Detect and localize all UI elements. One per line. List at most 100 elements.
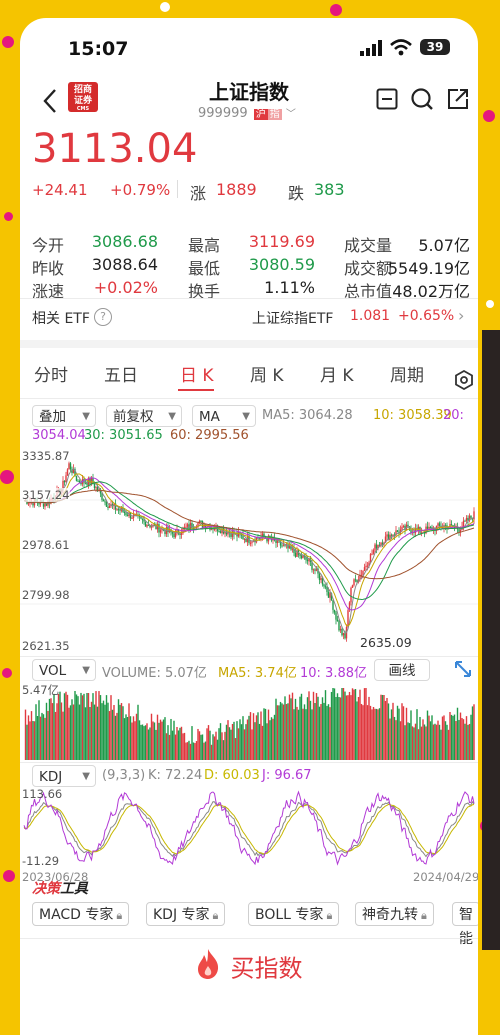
draw-line-button[interactable]: 画线	[374, 659, 430, 681]
stat-value: +0.02%	[93, 278, 158, 297]
volume-bar	[276, 705, 279, 760]
etf-name[interactable]: 上证综指ETF	[252, 308, 333, 328]
candle-body	[102, 499, 105, 502]
volume-bar	[371, 709, 373, 760]
volume-bar	[141, 724, 144, 760]
volume-bar	[381, 694, 384, 760]
volume-bar	[291, 692, 294, 760]
tool-label: KDJ 专家	[153, 907, 210, 923]
bg-dot	[330, 4, 342, 16]
volume-bar	[275, 698, 277, 760]
volume-indicator-select[interactable]: VOL ▼	[32, 659, 96, 681]
candle-body	[147, 524, 150, 526]
volume-bar	[153, 722, 156, 760]
volume-bar	[260, 711, 262, 760]
candle-body	[126, 515, 129, 517]
volume-bar	[234, 738, 237, 760]
candle-body	[186, 524, 189, 527]
volume-bar	[165, 733, 168, 760]
stat-label: 今开	[32, 236, 65, 255]
volume-bar	[405, 707, 408, 760]
volume-bar	[164, 717, 166, 760]
volume-chart[interactable]	[20, 682, 478, 760]
tool-button[interactable]: MACD 专家 🔒︎	[32, 902, 130, 926]
volume-bar	[293, 709, 295, 760]
candle-body	[450, 524, 453, 526]
candle-body	[344, 633, 346, 639]
volume-bar	[411, 726, 414, 760]
j-legend: J: 96.67	[262, 768, 312, 783]
tab-0[interactable]: 分时	[34, 361, 68, 386]
overlay-select[interactable]: 叠加 ▼	[32, 405, 96, 427]
volume-bar	[288, 694, 291, 760]
volume-bar	[284, 696, 286, 760]
minimize-icon[interactable]	[376, 88, 398, 114]
kdj-select-label: KDJ	[39, 769, 63, 785]
kdj-line	[23, 790, 475, 866]
adjust-select[interactable]: 前复权 ▼	[106, 405, 182, 427]
volume-bar	[470, 714, 472, 760]
settings-icon[interactable]	[454, 369, 474, 394]
security-code-row[interactable]: 999999 沪指 ﹀	[198, 105, 296, 121]
candle-body	[123, 512, 126, 514]
tool-button[interactable]: 智能	[452, 902, 478, 947]
tab-1[interactable]: 五日	[104, 361, 138, 386]
volume-bar	[345, 695, 348, 760]
candle-body	[371, 553, 373, 555]
volume-bar	[182, 733, 184, 760]
expand-icon[interactable]	[452, 658, 474, 684]
volume-bar	[123, 718, 126, 760]
volume-bar	[417, 729, 420, 760]
stat-label: 昨收	[32, 259, 65, 278]
volume-bar	[98, 691, 100, 760]
indicator-select[interactable]: MA ▼	[192, 405, 256, 427]
volume-bar	[249, 712, 252, 760]
tab-4[interactable]: 月 K	[320, 361, 354, 386]
tab-2[interactable]: 日 K	[180, 361, 214, 386]
volume-bar	[257, 712, 259, 760]
volume-bar	[368, 696, 370, 760]
candle-body	[171, 532, 174, 534]
volume-bar	[278, 705, 280, 760]
volume-bar	[467, 724, 469, 760]
candle-body	[93, 483, 96, 488]
tool-button[interactable]: BOLL 专家 🔒︎	[248, 902, 340, 926]
kdj-chart[interactable]	[20, 788, 478, 868]
candlestick-chart[interactable]	[20, 448, 478, 656]
search-icon[interactable]	[410, 87, 434, 115]
divider	[20, 762, 478, 763]
share-icon[interactable]	[447, 88, 469, 114]
tab-5[interactable]: 周期	[390, 361, 424, 386]
volume-bar	[143, 726, 145, 760]
stat-value: 1.11%	[264, 278, 315, 297]
kdj-indicator-select[interactable]: KDJ ▼	[32, 765, 96, 787]
volume-bar	[116, 712, 118, 760]
candle-body	[428, 526, 430, 529]
volume-bar	[335, 696, 337, 760]
tab-3[interactable]: 周 K	[250, 361, 284, 386]
volume-bar	[51, 703, 54, 760]
volume-bar	[186, 742, 189, 760]
tool-button[interactable]: KDJ 专家 🔒︎	[146, 902, 226, 926]
volume-bar	[225, 724, 228, 760]
divider	[20, 656, 478, 657]
background-photo-edge	[482, 330, 500, 950]
price-axis-label: 2621.35	[22, 639, 70, 653]
volume-bar	[452, 715, 454, 760]
volume-bar	[111, 709, 114, 760]
volume-bar	[131, 722, 133, 760]
buy-index-button[interactable]: 买指数	[20, 948, 478, 992]
candle-body	[332, 600, 334, 610]
candle-body	[401, 526, 403, 530]
chevron-right-icon[interactable]: ›	[458, 306, 464, 325]
volume-bar	[227, 720, 229, 760]
volume-bar	[281, 703, 283, 760]
volume-bar	[296, 706, 298, 760]
tool-button[interactable]: 神奇九转 🔒︎	[355, 902, 434, 926]
candle-body	[191, 523, 193, 528]
volume-bar	[290, 698, 292, 760]
help-icon[interactable]: ?	[94, 308, 112, 326]
candle-body	[213, 529, 216, 531]
candle-body	[350, 587, 352, 603]
volume-bar	[404, 725, 406, 760]
